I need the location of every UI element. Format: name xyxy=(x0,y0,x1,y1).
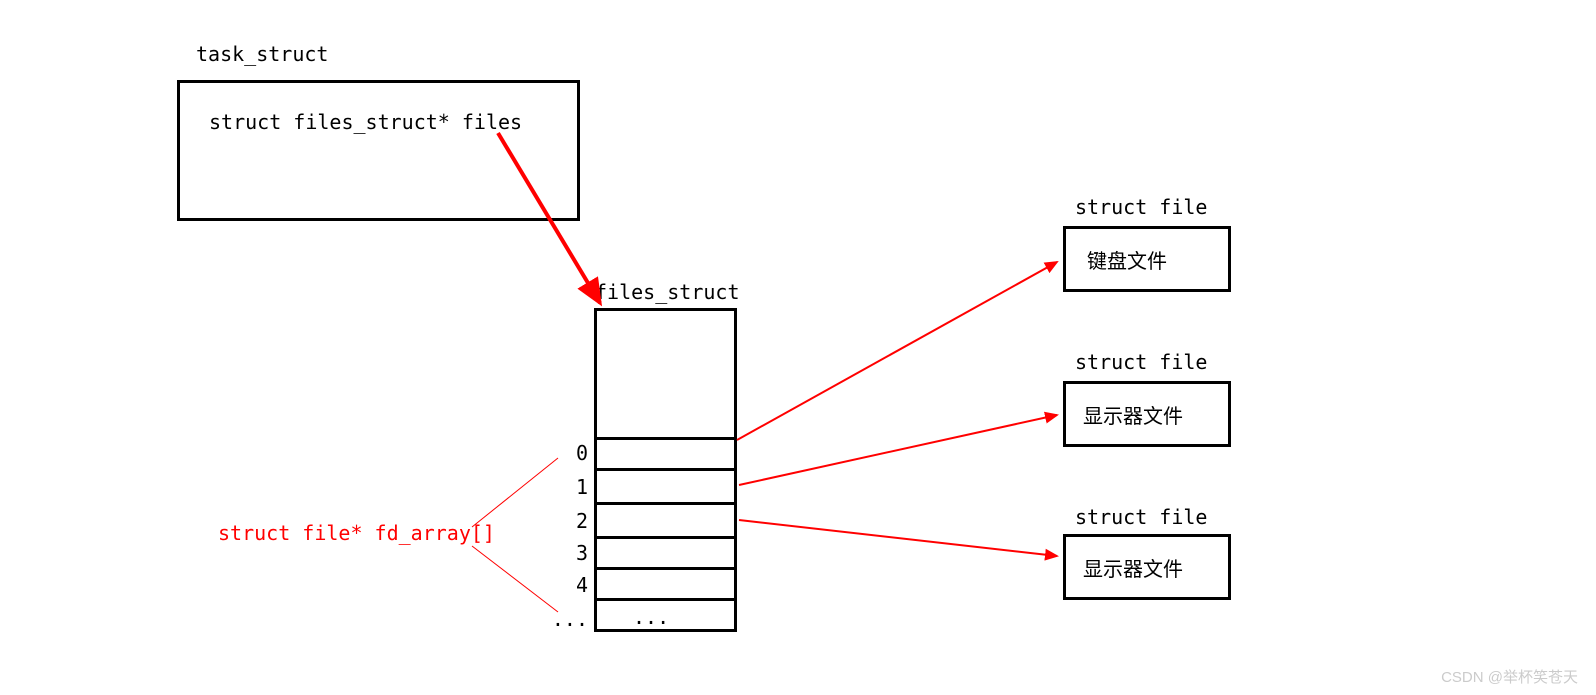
fs-cell-top xyxy=(594,308,737,440)
fs-cell-3 xyxy=(594,536,737,570)
arrow-fd1-to-file1 xyxy=(739,415,1057,485)
file2-name: 显示器文件 xyxy=(1083,553,1183,582)
files-struct-title: files_struct xyxy=(595,280,740,304)
task-struct-title: task_struct xyxy=(196,42,328,66)
fs-cell-0 xyxy=(594,437,737,471)
fs-cell-1 xyxy=(594,468,737,505)
file0-title: struct file xyxy=(1075,195,1207,219)
label-connector-top xyxy=(472,458,558,527)
watermark: CSDN @举杯笑苍天 xyxy=(1441,666,1578,687)
idx-ellipsis: ... xyxy=(540,607,588,631)
arrow-fd0-to-file0 xyxy=(737,262,1057,440)
fd-array-label: struct file* fd_array[] xyxy=(218,521,495,545)
file0-name: 键盘文件 xyxy=(1087,245,1167,274)
fs-cell-4 xyxy=(594,567,737,601)
label-connector-bottom xyxy=(472,546,558,612)
arrow-fd2-to-file2 xyxy=(739,520,1057,556)
file1-name: 显示器文件 xyxy=(1083,400,1183,429)
file2-title: struct file xyxy=(1075,505,1207,529)
idx-0: 0 xyxy=(558,441,588,465)
idx-4: 4 xyxy=(558,573,588,597)
task-struct-box xyxy=(177,80,580,221)
idx-3: 3 xyxy=(558,541,588,565)
idx-2: 2 xyxy=(558,509,588,533)
task-struct-field: struct files_struct* files xyxy=(209,110,522,134)
file1-title: struct file xyxy=(1075,350,1207,374)
fs-cell-2 xyxy=(594,502,737,539)
idx-1: 1 xyxy=(558,475,588,499)
fs-cell-ellipsis-text: ... xyxy=(633,605,669,629)
